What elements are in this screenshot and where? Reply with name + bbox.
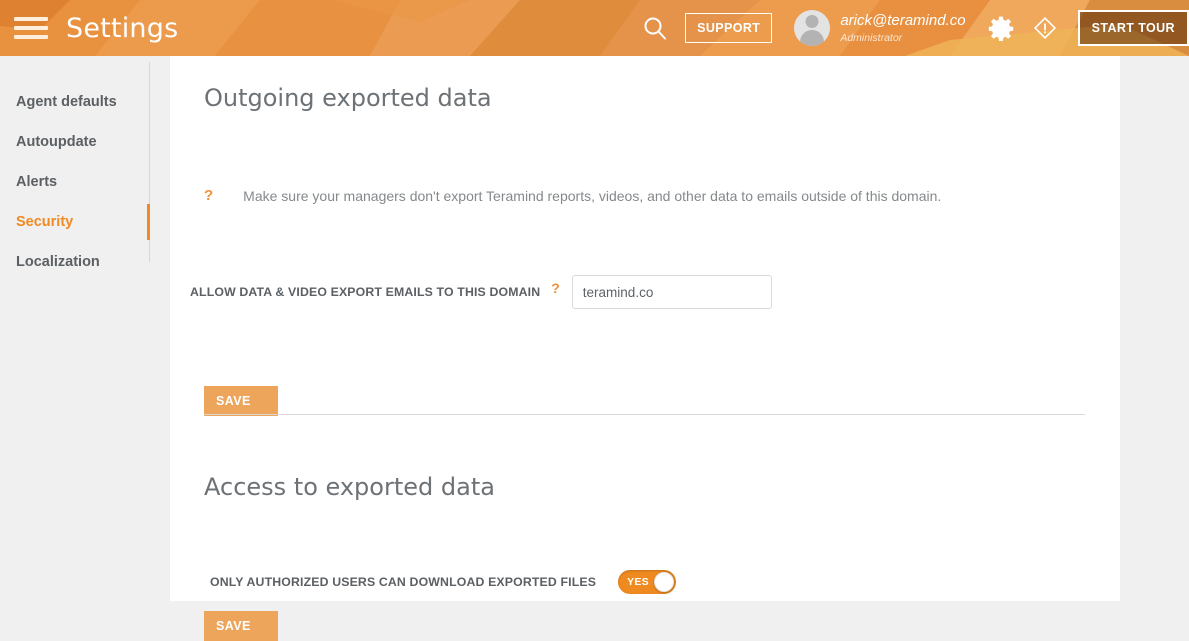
user-role: Administrator bbox=[840, 31, 903, 44]
question-mark-icon[interactable]: ? bbox=[204, 188, 213, 203]
authorized-download-toggle[interactable]: YES bbox=[618, 570, 677, 594]
sidebar-item-label: Alerts bbox=[16, 174, 58, 190]
hamburger-bar bbox=[14, 26, 48, 30]
domain-field-label: ALLOW DATA & VIDEO EXPORT EMAILS TO THIS… bbox=[190, 285, 541, 299]
access-toggle-row: ONLY AUTHORIZED USERS CAN DOWNLOAD EXPOR… bbox=[210, 570, 677, 594]
gear-icon[interactable] bbox=[988, 15, 1014, 41]
sidebar-item-label: Security bbox=[16, 214, 74, 230]
sidebar-item-security[interactable]: Security bbox=[0, 202, 170, 242]
avatar-head bbox=[805, 15, 819, 28]
toggle-knob[interactable] bbox=[654, 572, 675, 592]
toggle-state-label: YES bbox=[627, 576, 649, 588]
sidebar-item-label: Localization bbox=[16, 254, 100, 270]
user-email: arick@teramind.co bbox=[840, 12, 966, 30]
save-button-outgoing[interactable]: SAVE bbox=[204, 386, 278, 416]
start-tour-button[interactable]: START TOUR bbox=[1077, 10, 1189, 46]
save-button-access[interactable]: SAVE bbox=[204, 611, 278, 641]
sidebar-item-localization[interactable]: Localization bbox=[0, 242, 170, 282]
sidebar-item-label: Agent defaults bbox=[16, 94, 117, 110]
support-button[interactable]: SUPPORT bbox=[685, 13, 773, 43]
header-actions: SUPPORT arick@teramind.co Administrator bbox=[641, 0, 1189, 56]
avatar-body bbox=[800, 30, 825, 46]
hamburger-menu-icon[interactable] bbox=[14, 17, 48, 39]
domain-field-row: ALLOW DATA & VIDEO EXPORT EMAILS TO THIS… bbox=[190, 275, 772, 309]
app-header: Settings SUPPORT arick@teramind.co Admin… bbox=[0, 0, 1189, 56]
search-icon[interactable] bbox=[641, 14, 669, 42]
section-divider bbox=[204, 414, 1085, 415]
alert-diamond-icon[interactable] bbox=[1032, 15, 1058, 41]
outgoing-hint-text: Make sure your managers don't export Ter… bbox=[243, 188, 942, 204]
page-body: Agent defaults Autoupdate Alerts Securit… bbox=[0, 56, 1189, 641]
sidebar-item-autoupdate[interactable]: Autoupdate bbox=[0, 122, 170, 162]
sidebar-item-alerts[interactable]: Alerts bbox=[0, 162, 170, 202]
domain-input[interactable] bbox=[571, 275, 772, 309]
sidebar-nav: Agent defaults Autoupdate Alerts Securit… bbox=[0, 56, 170, 282]
main-content: Outgoing exported data ? Make sure your … bbox=[170, 56, 1120, 641]
hamburger-bar bbox=[14, 35, 48, 39]
page-title: Settings bbox=[66, 12, 179, 44]
hamburger-bar bbox=[14, 17, 48, 21]
access-toggle-label: ONLY AUTHORIZED USERS CAN DOWNLOAD EXPOR… bbox=[210, 575, 597, 589]
section-title-access: Access to exported data bbox=[204, 473, 495, 501]
avatar bbox=[794, 10, 831, 46]
sidebar-item-agent-defaults[interactable]: Agent defaults bbox=[0, 82, 170, 122]
sidebar: Agent defaults Autoupdate Alerts Securit… bbox=[0, 56, 170, 601]
user-account[interactable]: arick@teramind.co Administrator bbox=[794, 10, 966, 46]
section-title-outgoing: Outgoing exported data bbox=[204, 84, 492, 112]
question-mark-icon[interactable]: ? bbox=[551, 281, 560, 295]
outgoing-hint-row: ? Make sure your managers don't export T… bbox=[204, 188, 941, 205]
user-text: arick@teramind.co Administrator bbox=[840, 12, 965, 43]
sidebar-item-label: Autoupdate bbox=[16, 134, 97, 150]
